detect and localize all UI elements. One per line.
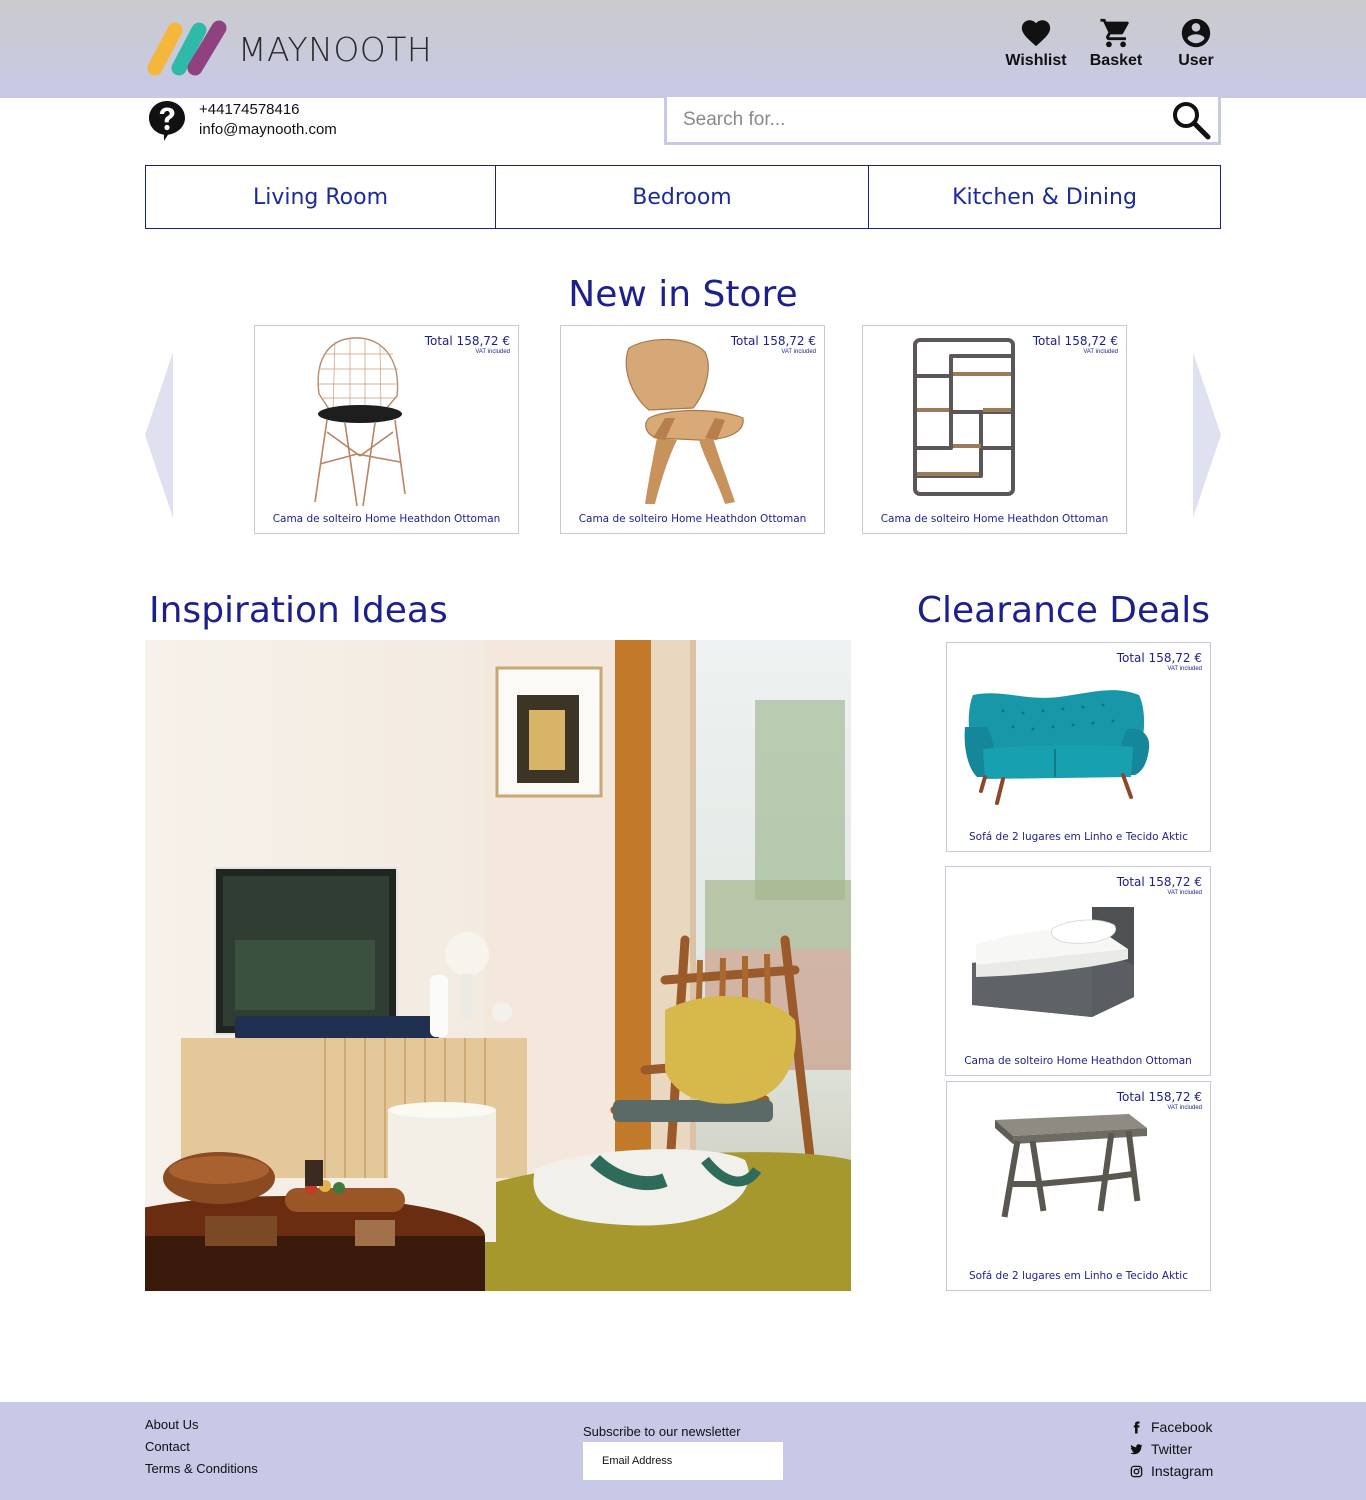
contact-info: +44174578416 info@maynooth.com: [148, 100, 337, 142]
site-footer: About Us Contact Terms & Conditions Subs…: [0, 1402, 1366, 1500]
search-icon[interactable]: [1170, 99, 1212, 141]
grey-dining-table-image: [995, 1114, 1147, 1218]
help-bubble-icon: [149, 101, 185, 141]
price-block: Total 158,72 € VAT included: [1033, 334, 1118, 355]
wishlist-button[interactable]: Wishlist: [996, 16, 1076, 80]
product-name[interactable]: Cama de solteiro Home Heathdon Ottoman: [255, 513, 518, 525]
social-links: Facebook Twitter Instagram: [1130, 1416, 1213, 1482]
price-block: Total 158,72 € VAT included: [1117, 875, 1202, 896]
heart-icon: [1021, 20, 1051, 47]
user-label: User: [1178, 52, 1214, 69]
header-actions: Wishlist Basket User: [996, 16, 1236, 80]
newsletter-email-input[interactable]: [583, 1442, 783, 1480]
contact-email[interactable]: info@maynooth.com: [199, 120, 337, 140]
product-price: Total 158,72 €: [1116, 651, 1202, 665]
teal-sofa-image: [964, 690, 1150, 805]
search-bar: [664, 97, 1221, 145]
vat-note: VAT included: [781, 349, 816, 355]
social-link-instagram[interactable]: Instagram: [1130, 1460, 1213, 1482]
product-price: Total 158,72 €: [1116, 875, 1202, 889]
basket-label: Basket: [1089, 52, 1143, 69]
product-price: Total 158,72 €: [730, 334, 816, 348]
product-card[interactable]: Total 158,72 € VAT included Cama de solt…: [862, 325, 1127, 534]
category-living-room[interactable]: Living Room: [146, 166, 495, 228]
new-in-store-title: New in Store: [568, 274, 798, 315]
living-room-photo: [145, 640, 851, 1291]
wire-chair-image: [314, 337, 406, 507]
clearance-title: Clearance Deals: [916, 590, 1210, 631]
instagram-label: Instagram: [1151, 1463, 1214, 1479]
vat-note: VAT included: [1167, 1105, 1202, 1111]
inspiration-title: Inspiration Ideas: [149, 590, 448, 631]
product-price: Total 158,72 €: [424, 334, 510, 348]
product-name[interactable]: Sofá de 2 lugares em Linho e Tecido Akti…: [947, 831, 1210, 843]
category-bedroom[interactable]: Bedroom: [495, 166, 868, 228]
grey-single-bed-image: [972, 907, 1134, 1017]
product-card[interactable]: Total 158,72 € VAT included Sofá de 2 lu…: [946, 1081, 1211, 1291]
newsletter-label: Subscribe to our newsletter: [583, 1424, 741, 1439]
social-link-facebook[interactable]: Facebook: [1130, 1416, 1213, 1438]
product-name[interactable]: Cama de solteiro Home Heathdon Ottoman: [561, 513, 824, 525]
facebook-label: Facebook: [1151, 1419, 1213, 1435]
brand-logo-mark: [147, 20, 227, 76]
vat-note: VAT included: [475, 349, 510, 355]
vat-note: VAT included: [1167, 890, 1202, 896]
price-block: Total 158,72 € VAT included: [1117, 1090, 1202, 1111]
product-price: Total 158,72 €: [1116, 1090, 1202, 1104]
category-nav: Living Room Bedroom Kitchen & Dining: [145, 165, 1221, 229]
contact-phone[interactable]: +44174578416: [199, 100, 337, 120]
social-link-twitter[interactable]: Twitter: [1130, 1438, 1213, 1460]
brand-name: MAYNOOTH: [238, 29, 433, 69]
product-name[interactable]: Sofá de 2 lugares em Linho e Tecido Akti…: [947, 1270, 1210, 1282]
product-card[interactable]: Total 158,72 € VAT included Cama de solt…: [560, 325, 825, 534]
user-button[interactable]: User: [1156, 16, 1236, 80]
product-price: Total 158,72 €: [1032, 334, 1118, 348]
product-name[interactable]: Cama de solteiro Home Heathdon Ottoman: [863, 513, 1126, 525]
footer-link-about-us[interactable]: About Us: [145, 1414, 258, 1436]
search-input[interactable]: [667, 99, 1157, 140]
vat-note: VAT included: [1167, 666, 1202, 672]
wishlist-label: Wishlist: [1005, 52, 1067, 69]
instagram-icon: [1130, 1465, 1143, 1477]
carousel-prev-arrow-icon[interactable]: [145, 352, 173, 518]
account-circle-icon: [1181, 18, 1211, 48]
product-card[interactable]: Total 158,72 € VAT included Sofá de 2 lu…: [946, 642, 1211, 852]
footer-links: About Us Contact Terms & Conditions: [145, 1414, 258, 1480]
facebook-icon: [1133, 1421, 1140, 1433]
cart-icon: [1100, 18, 1129, 48]
product-card[interactable]: Total 158,72 € VAT included Cama de solt…: [945, 866, 1211, 1076]
price-block: Total 158,72 € VAT included: [425, 334, 510, 355]
vat-note: VAT included: [1083, 349, 1118, 355]
basket-button[interactable]: Basket: [1076, 16, 1156, 80]
site-header: MAYNOOTH Wishlist Basket User: [0, 0, 1366, 98]
product-name[interactable]: Cama de solteiro Home Heathdon Ottoman: [946, 1055, 1210, 1067]
brand-logo[interactable]: MAYNOOTH: [145, 20, 435, 78]
price-block: Total 158,72 € VAT included: [1117, 651, 1202, 672]
product-card[interactable]: Total 158,72 € VAT included Cama de solt…: [254, 325, 519, 534]
footer-link-contact[interactable]: Contact: [145, 1436, 258, 1458]
metal-wall-shelf-image: [913, 338, 1015, 496]
newsletter-form: Subscribe to our newsletter: [583, 1424, 783, 1480]
twitter-label: Twitter: [1151, 1441, 1193, 1457]
footer-link-terms[interactable]: Terms & Conditions: [145, 1458, 258, 1480]
category-kitchen-dining[interactable]: Kitchen & Dining: [868, 166, 1220, 228]
price-block: Total 158,72 € VAT included: [731, 334, 816, 355]
plywood-lounge-chair-image: [625, 338, 744, 504]
inspiration-image[interactable]: [145, 640, 851, 1291]
carousel-next-arrow-icon[interactable]: [1193, 352, 1221, 518]
twitter-icon: [1130, 1443, 1143, 1454]
